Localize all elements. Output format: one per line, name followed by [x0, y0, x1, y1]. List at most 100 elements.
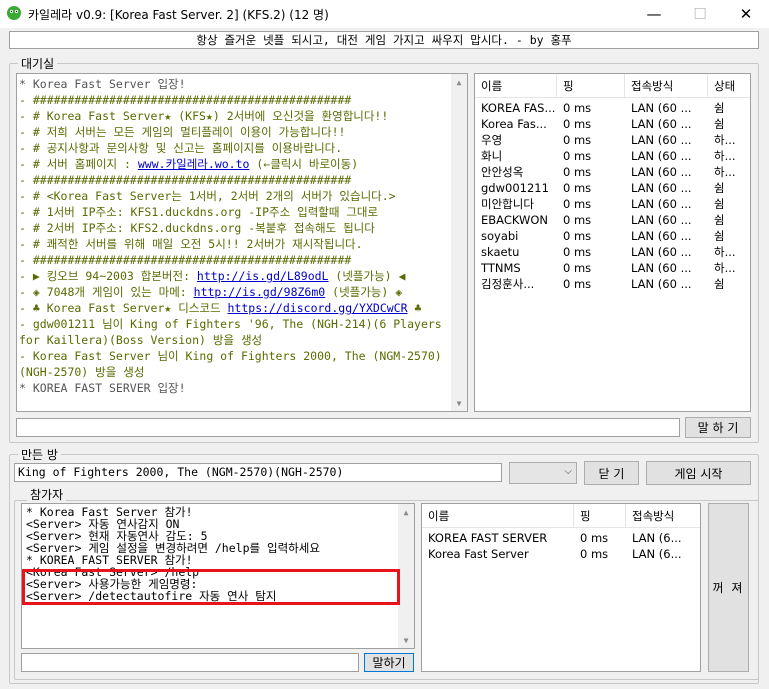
app-icon: [7, 6, 21, 20]
participant-list-header: 이름 핑 접속방식: [422, 504, 700, 528]
column-ping[interactable]: 핑: [574, 504, 626, 528]
lobby-message: - # 저희 서버는 모든 게임의 멀티플레이 이용이 가능합니다!!: [19, 125, 346, 139]
user-row[interactable]: gdw001211 0 ms LAN (60 ... 쉼: [475, 180, 750, 196]
user-row[interactable]: 김정훈사... 0 ms LAN (60 ... 쉼: [475, 276, 750, 292]
minimize-button[interactable]: —: [631, 0, 677, 28]
lobby-message: - # 1서버 IP주소: KFS1.duckdns.org -IP주소 입력할…: [19, 205, 379, 219]
lobby-send-button[interactable]: 말 하 기: [685, 417, 751, 438]
column-ping[interactable]: 핑: [557, 74, 625, 98]
lobby-message: - # 2서버 IP주소: KFS2.duckdns.org -복붙후 접속해도…: [19, 221, 375, 235]
participant-row[interactable]: Korea Fast Server 0 ms LAN (6...: [422, 546, 700, 562]
column-name[interactable]: 이름: [475, 74, 557, 98]
lobby-message: - gdw001211 님이 King of Fighters '96, The…: [19, 317, 449, 347]
user-cell: 0 ms: [563, 101, 592, 115]
lobby-scrollbar[interactable]: ▲ ▼: [451, 74, 467, 411]
user-cell: 0 ms: [563, 197, 592, 211]
lobby-message: - ######################################…: [19, 173, 352, 187]
user-cell: soyabi: [481, 229, 519, 243]
user-list[interactable]: 이름 핑 접속방식 상태 KOREA FAS... 0 ms LAN (60 ...…: [474, 73, 751, 412]
scroll-down-icon[interactable]: ▼: [398, 632, 414, 648]
user-cell: 0 ms: [563, 181, 592, 195]
room-send-button[interactable]: 말하기: [364, 653, 414, 672]
room-game-name: King of Fighters 2000, The (NGM-2570)(NG…: [14, 463, 502, 482]
column-connection[interactable]: 접속방식: [625, 74, 708, 98]
user-cell: LAN (60 ...: [631, 213, 692, 227]
column-connection[interactable]: 접속방식: [626, 504, 700, 528]
user-cell: LAN (60 ...: [631, 261, 692, 275]
participant-cell: Korea Fast Server: [428, 547, 529, 561]
user-row[interactable]: EBACKWON 0 ms LAN (60 ... 쉼: [475, 212, 750, 228]
start-game-button[interactable]: 게임 시작: [646, 461, 751, 485]
participant-cell: 0 ms: [580, 547, 609, 561]
user-cell: 하...: [714, 149, 736, 163]
user-cell: 쉼: [714, 117, 725, 131]
user-cell: 0 ms: [563, 229, 592, 243]
user-cell: EBACKWON: [481, 213, 549, 227]
participant-list[interactable]: 이름 핑 접속방식 KOREA FAST SERVER 0 ms LAN (6...…: [421, 503, 701, 672]
room-option-select[interactable]: ⌵: [509, 462, 577, 484]
highlight-box: [22, 569, 400, 605]
lobby-message: - # 서버 홈페이지 : www.카일레라.wo.to (←클릭시 바로이동): [19, 157, 359, 171]
title-bar: 카일레라 v0.9: [Korea Fast Server. 2] (KFS.2…: [0, 0, 769, 28]
user-cell: 쉼: [714, 197, 725, 211]
user-cell: 쉼: [714, 277, 725, 291]
user-row[interactable]: 화니 0 ms LAN (60 ... 하...: [475, 148, 750, 164]
participant-rows: KOREA FAST SERVER 0 ms LAN (6... Korea Fast…: [422, 530, 700, 562]
chevron-down-icon: ⌵: [564, 466, 572, 477]
user-cell: LAN (60 ...: [631, 149, 692, 163]
user-row[interactable]: soyabi 0 ms LAN (60 ... 쉼: [475, 228, 750, 244]
lobby-link[interactable]: https://discord.gg/YXDCwCR: [228, 301, 408, 315]
user-cell: 하...: [714, 133, 736, 147]
user-cell: 0 ms: [563, 149, 592, 163]
leave-room-button[interactable]: 닫 기: [584, 461, 639, 485]
participant-row[interactable]: KOREA FAST SERVER 0 ms LAN (6...: [422, 530, 700, 546]
user-cell: 0 ms: [563, 277, 592, 291]
user-row[interactable]: KOREA FAS... 0 ms LAN (60 ... 쉼: [475, 100, 750, 116]
scroll-up-icon[interactable]: ▲: [451, 74, 467, 90]
user-cell: LAN (60 ...: [631, 245, 692, 259]
participant-cell: LAN (6...: [632, 547, 682, 561]
lobby-message: - ▶ 킹오브 94~2003 합본버전: http://is.gd/L89od…: [19, 269, 406, 283]
participant-cell: KOREA FAST SERVER: [428, 531, 548, 545]
user-list-header: 이름 핑 접속방식 상태: [475, 74, 750, 98]
user-cell: LAN (60 ...: [631, 197, 692, 211]
room-label: 만든 방: [18, 446, 61, 463]
user-cell: 쉼: [714, 101, 725, 115]
user-cell: 쉼: [714, 181, 725, 195]
column-status[interactable]: 상태: [708, 74, 750, 98]
user-cell: Korea Fas...: [481, 117, 547, 131]
lobby-link[interactable]: http://is.gd/98Z6m0: [194, 285, 326, 299]
lobby-message: - ♣ Korea Fast Server★ 디스코드 https://disc…: [19, 301, 422, 315]
user-row[interactable]: skaetu 0 ms LAN (60 ... 하...: [475, 244, 750, 260]
scroll-up-icon[interactable]: ▲: [398, 504, 414, 520]
user-cell: 0 ms: [563, 117, 592, 131]
scroll-down-icon[interactable]: ▼: [451, 395, 467, 411]
kick-button[interactable]: 꺼 져: [708, 503, 749, 672]
user-row[interactable]: 미안합니다 0 ms LAN (60 ... 쉼: [475, 196, 750, 212]
lobby-chat-input[interactable]: [16, 418, 680, 437]
user-cell: 김정훈사...: [481, 277, 535, 291]
room-chat-input[interactable]: [21, 653, 359, 672]
column-name[interactable]: 이름: [422, 504, 574, 528]
maximize-button[interactable]: ☐: [677, 0, 723, 28]
lobby-link[interactable]: www.카일레라.wo.to: [138, 157, 250, 171]
lobby-chat[interactable]: * Korea Fast Server 입장! - ###############…: [16, 73, 468, 412]
user-cell: 미안합니다: [481, 197, 534, 211]
room-scrollbar[interactable]: ▲ ▼: [398, 504, 414, 648]
participant-cell: 0 ms: [580, 531, 609, 545]
lobby-link[interactable]: http://is.gd/L89odL: [197, 269, 329, 283]
lobby-message: - ######################################…: [19, 93, 352, 107]
user-row[interactable]: TTNMS 0 ms LAN (60 ... 하...: [475, 260, 750, 276]
user-cell: TTNMS: [481, 261, 521, 275]
close-button[interactable]: ✕: [723, 0, 769, 28]
user-cell: 하...: [714, 245, 736, 259]
user-cell: gdw001211: [481, 181, 549, 195]
user-cell: 안안성옥: [481, 165, 524, 179]
user-row[interactable]: Korea Fas... 0 ms LAN (60 ... 쉼: [475, 116, 750, 132]
user-cell: 쉼: [714, 213, 725, 227]
user-row[interactable]: 안안성옥 0 ms LAN (60 ... 하...: [475, 164, 750, 180]
user-row[interactable]: 우영 0 ms LAN (60 ... 하...: [475, 132, 750, 148]
lobby-message: - ◈ 7048개 게임이 있는 마메: http://is.gd/98Z6m0…: [19, 285, 403, 299]
window-title: 카일레라 v0.9: [Korea Fast Server. 2] (KFS.2…: [28, 8, 329, 22]
user-cell: LAN (60 ...: [631, 277, 692, 291]
